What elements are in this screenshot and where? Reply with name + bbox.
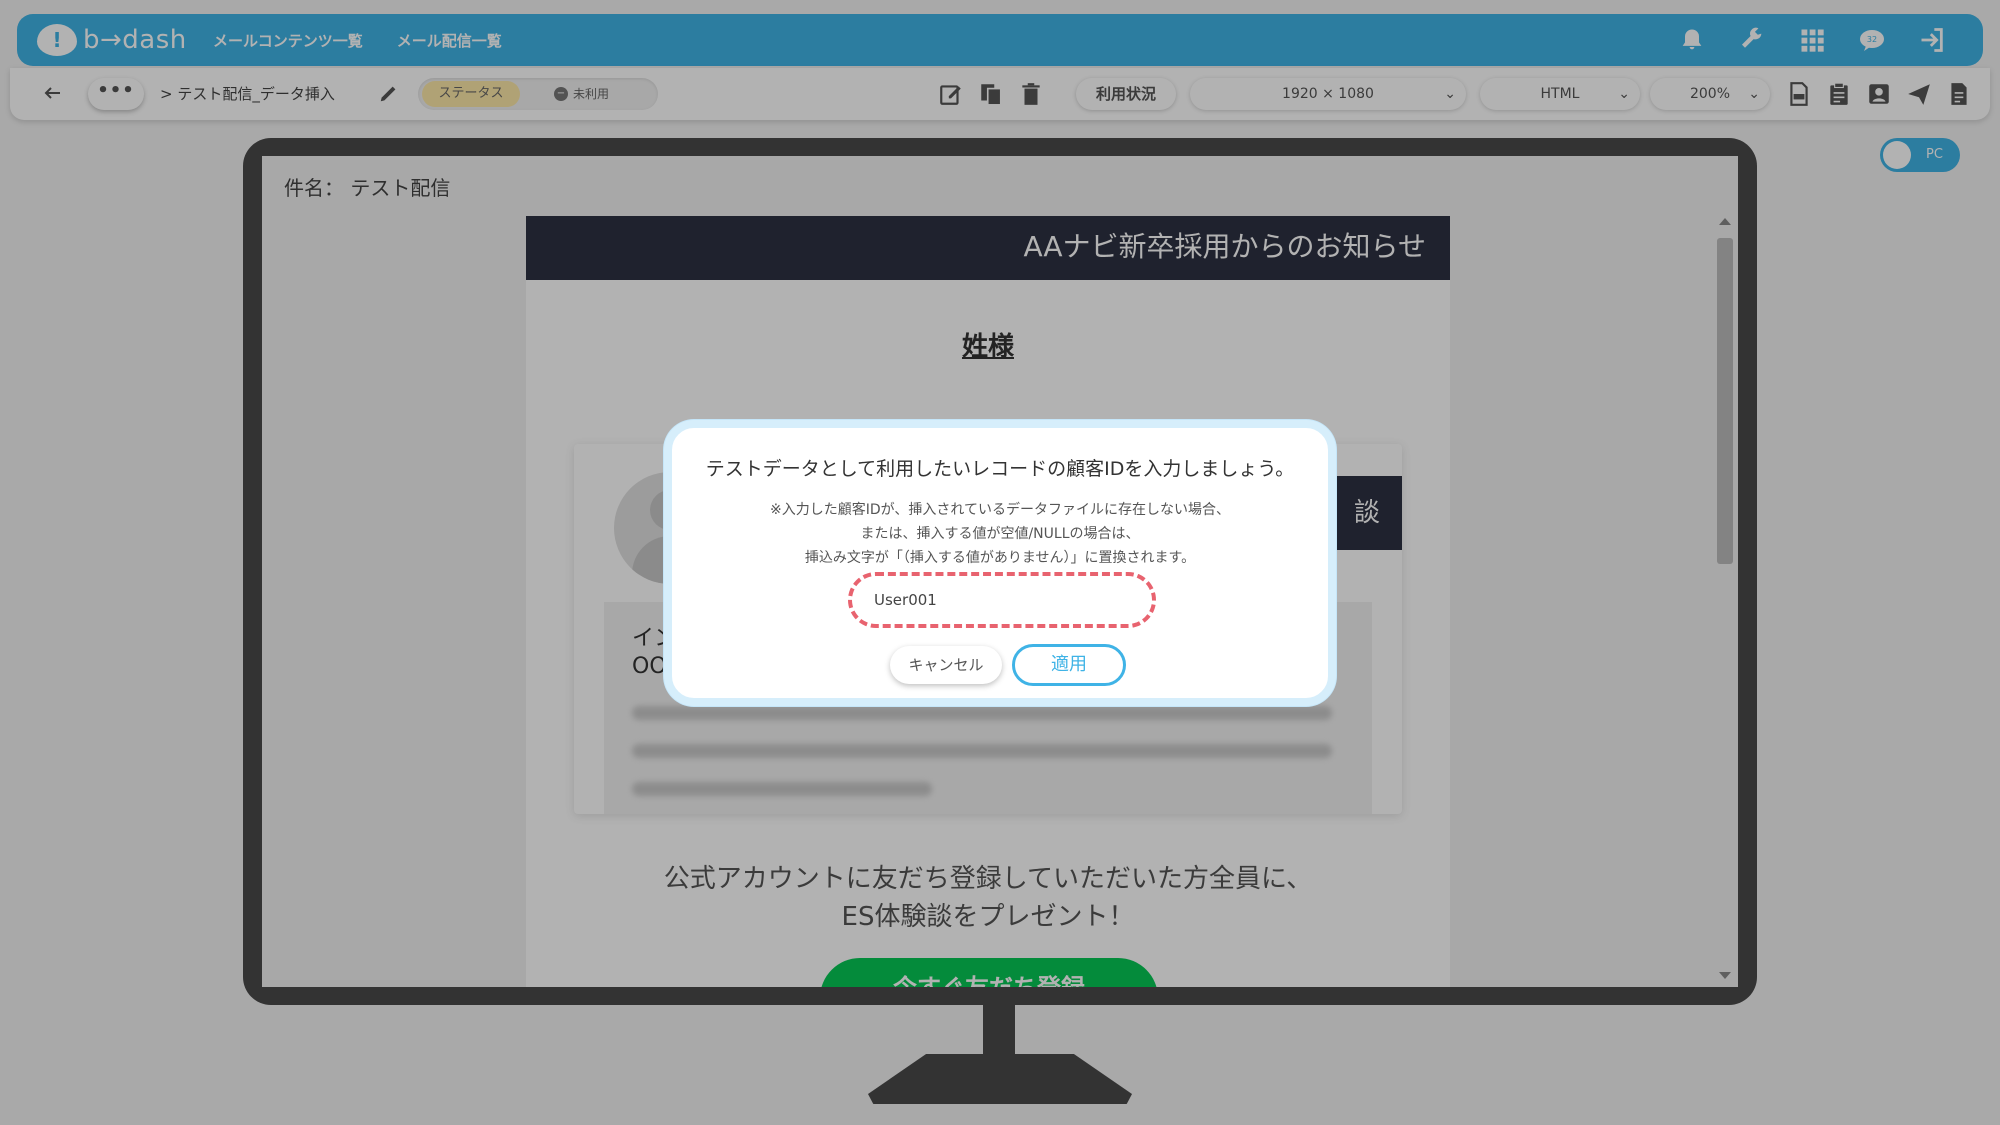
apply-button[interactable]: 適用 [1012, 644, 1126, 686]
test-data-dialog: テストデータとして利用したいレコードの顧客IDを入力しましょう。 ※入力した顧客… [664, 420, 1336, 706]
customer-id-input[interactable] [860, 582, 1144, 618]
cancel-button[interactable]: キャンセル [890, 646, 1002, 684]
dialog-note: ※入力した顧客IDが、挿入されているデータファイルに存在しない場合、 または、挿… [672, 498, 1328, 570]
customer-id-highlight [848, 572, 1156, 628]
dialog-title: テストデータとして利用したいレコードの顧客IDを入力しましょう。 [705, 458, 1295, 480]
note-line-1: ※入力した顧客IDが、挿入されているデータファイルに存在しない場合、 [770, 502, 1230, 518]
note-line-3: 挿込み文字が「（挿入する値がありません）」に置換されます。 [804, 550, 1196, 566]
note-line-2: または、挿入する値が空値/NULLの場合は、 [860, 526, 1140, 542]
